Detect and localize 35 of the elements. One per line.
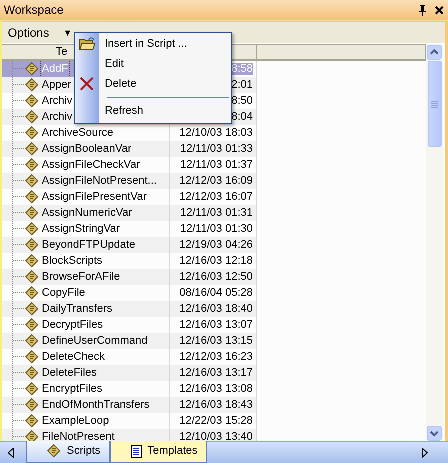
script-name: AssignFilePresentVar (41, 190, 148, 205)
script-name: DefineUserCommand (41, 334, 149, 349)
date-cell: 12/16/03 13:15 (170, 333, 257, 349)
script-name: AssignStringVar (41, 222, 122, 237)
script-name: DailyTransfers (41, 302, 114, 317)
script-name: DeleteCheck (41, 350, 106, 365)
script-name: Apper (41, 78, 72, 93)
script-name: AssignFileNotPresent... (41, 174, 158, 189)
script-name: DeleteFiles (41, 366, 98, 381)
date-cell: 12/16/03 18:40 (170, 301, 257, 317)
script-name: BrowseForAFile (41, 270, 122, 285)
script-name: AssignNumericVar (41, 206, 134, 221)
date-cell: 12/16/03 18:43 (170, 397, 257, 413)
date-cell: 12/11/03 01:33 (170, 141, 257, 157)
date-cell: 12/10/03 13:40 (170, 429, 257, 441)
window-title: Workspace (4, 3, 65, 17)
date-cell: 12/16/03 13:17 (170, 365, 257, 381)
script-name: BlockScripts (41, 254, 104, 269)
date-cell: 12/12/03 16:09 (170, 173, 257, 189)
date-cell: 12/19/03 04:26 (170, 237, 257, 253)
script-name: ArchiveSource (41, 126, 115, 141)
script-name: FileNotPresent (41, 430, 116, 441)
script-name: AddF (41, 61, 70, 77)
date-cell: 12/11/03 01:31 (170, 205, 257, 221)
date-cell: 12/16/03 12:50 (170, 269, 257, 285)
script-name: AssignFileCheckVar (41, 158, 142, 173)
script-name: BeyondFTPUpdate (41, 238, 137, 253)
script-name: EncryptFiles (41, 382, 104, 397)
script-name: ExampleLoop (41, 414, 110, 429)
script-name: CopyFile (41, 286, 86, 301)
script-name: Archiv (41, 110, 74, 125)
script-name: EndOfMonthTransfers (41, 398, 151, 413)
script-name: AssignBooleanVar (41, 142, 133, 157)
script-name: DecryptFiles (41, 318, 104, 333)
script-name: Archiv (41, 94, 74, 109)
